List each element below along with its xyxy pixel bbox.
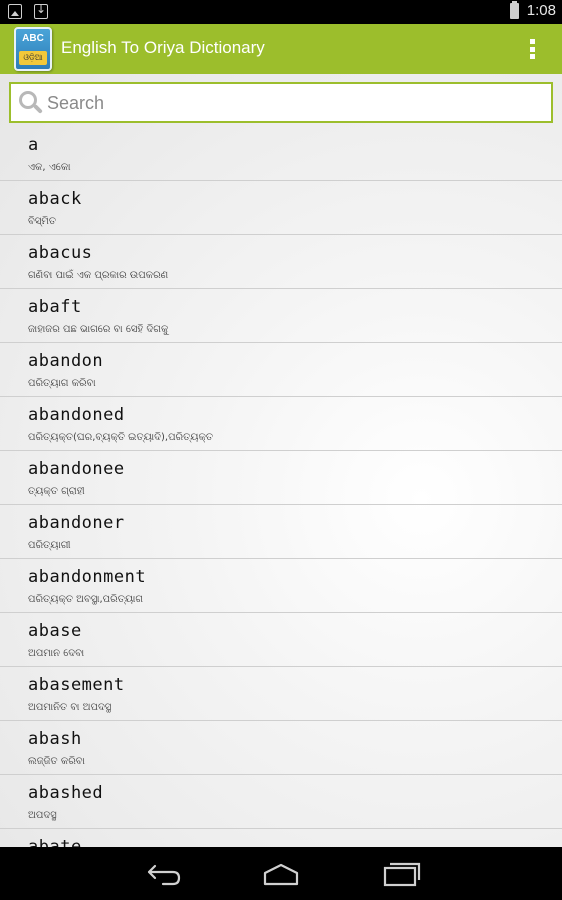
list-item[interactable]: a ଏକ, ଏକୋ — [0, 127, 562, 181]
english-word: abashed — [28, 783, 104, 803]
english-word: abandoned — [28, 405, 125, 425]
action-bar: ABC ଓଡ଼ିଆ English To Oriya Dictionary — [0, 24, 562, 74]
list-item[interactable]: abandonee ତ୍ୟକ୍ତ ଗ୍ରାହୀ — [0, 451, 562, 505]
list-item[interactable]: abase ଅପମାନ ଦେବା — [0, 613, 562, 667]
download-notification-icon — [34, 2, 48, 19]
oriya-meaning: ତ୍ୟକ୍ତ ଗ୍ରାହୀ — [28, 486, 85, 497]
english-word: abandoner — [28, 513, 125, 533]
oriya-meaning: ଅପମାନିତ ବା ଅପଦସ୍ଥ — [28, 702, 112, 713]
english-word: abate — [28, 837, 82, 847]
english-word: abaft — [28, 297, 82, 317]
english-word: abase — [28, 621, 82, 641]
app-logo-icon: ABC ଓଡ଼ିଆ — [14, 27, 52, 71]
english-word: abash — [28, 729, 82, 749]
english-word: abasement — [28, 675, 125, 695]
oriya-meaning: ଲଜ୍ଜିତ କରିବା — [28, 756, 85, 767]
oriya-meaning: ପରିତ୍ୟକ୍ତ ଅବସ୍ଥା,ପରିତ୍ୟାଗ — [28, 594, 144, 605]
oriya-meaning: ଗଣିବା ପାଇଁ ଏକ ପ୍ରକାର ଉପକରଣ — [28, 270, 169, 281]
word-list[interactable]: a ଏକ, ଏକୋ aback ବିସ୍ମିତ abacus ଗଣିବା ପାଇ… — [0, 127, 562, 847]
app-title: English To Oriya Dictionary — [61, 38, 265, 57]
oriya-meaning: ଜାହାଜର ପଛ ଭାଗରେ ବା ସେହି ଦିଗକୁ — [28, 324, 169, 335]
battery-icon — [509, 0, 519, 19]
list-item[interactable]: abaft ଜାହାଜର ପଛ ଭାଗରେ ବା ସେହି ଦିଗକୁ — [0, 289, 562, 343]
search-icon — [19, 91, 43, 115]
english-word: a — [28, 135, 39, 155]
logo-top-text: ABC — [22, 33, 44, 44]
main-content: a ଏକ, ଏକୋ aback ବିସ୍ମିତ abacus ଗଣିବା ପାଇ… — [0, 74, 562, 847]
list-item[interactable]: abash ଲଜ୍ଜିତ କରିବା — [0, 721, 562, 775]
list-item[interactable]: abate — [0, 829, 562, 847]
english-word: abacus — [28, 243, 93, 263]
overflow-menu-icon[interactable] — [522, 39, 542, 59]
system-status: 1:08 — [509, 0, 556, 19]
english-word: aback — [28, 189, 82, 209]
list-item[interactable]: abasement ଅପମାନିତ ବା ଅପଦସ୍ଥ — [0, 667, 562, 721]
oriya-meaning: ବିସ୍ମିତ — [28, 216, 56, 227]
list-item[interactable]: aback ବିସ୍ମିତ — [0, 181, 562, 235]
english-word: abandon — [28, 351, 104, 371]
search-input[interactable] — [47, 90, 537, 116]
navigation-bar — [0, 847, 562, 900]
list-item[interactable]: abandon ପରିତ୍ୟାଗ କରିବା — [0, 343, 562, 397]
logo-bottom-text: ଓଡ଼ିଆ — [19, 51, 47, 65]
clock: 1:08 — [526, 2, 556, 19]
list-item[interactable]: abandoned ପରିତ୍ୟକ୍ତ(ଘର,ବ୍ୟକ୍ତି ଇତ୍ୟାଦି),… — [0, 397, 562, 451]
recents-icon[interactable] — [381, 860, 421, 888]
oriya-meaning: ଏକ, ଏକୋ — [28, 162, 71, 173]
english-word: abandonee — [28, 459, 125, 479]
oriya-meaning: ପରିତ୍ୟାଗ କରିବା — [28, 378, 96, 389]
list-item[interactable]: abacus ଗଣିବା ପାଇଁ ଏକ ପ୍ରକାର ଉପକରଣ — [0, 235, 562, 289]
image-notification-icon — [8, 4, 22, 19]
status-bar: 1:08 — [0, 0, 562, 24]
english-word: abandonment — [28, 567, 147, 587]
list-item[interactable]: abashed ଅପଦସ୍ଥ — [0, 775, 562, 829]
oriya-meaning: ପରିତ୍ୟକ୍ତ(ଘର,ବ୍ୟକ୍ତି ଇତ୍ୟାଦି),ପରିତ୍ୟକ୍ତ — [28, 432, 214, 443]
search-box[interactable] — [9, 82, 553, 123]
back-icon[interactable] — [143, 860, 183, 888]
list-item[interactable]: abandonment ପରିତ୍ୟକ୍ତ ଅବସ୍ଥା,ପରିତ୍ୟାଗ — [0, 559, 562, 613]
home-icon[interactable] — [261, 860, 301, 888]
oriya-meaning: ଅପମାନ ଦେବା — [28, 648, 85, 659]
notification-icons — [8, 2, 48, 19]
oriya-meaning: ଅପଦସ୍ଥ — [28, 810, 57, 821]
oriya-meaning: ପରିତ୍ୟାଗୀ — [28, 540, 71, 551]
list-item[interactable]: abandoner ପରିତ୍ୟାଗୀ — [0, 505, 562, 559]
